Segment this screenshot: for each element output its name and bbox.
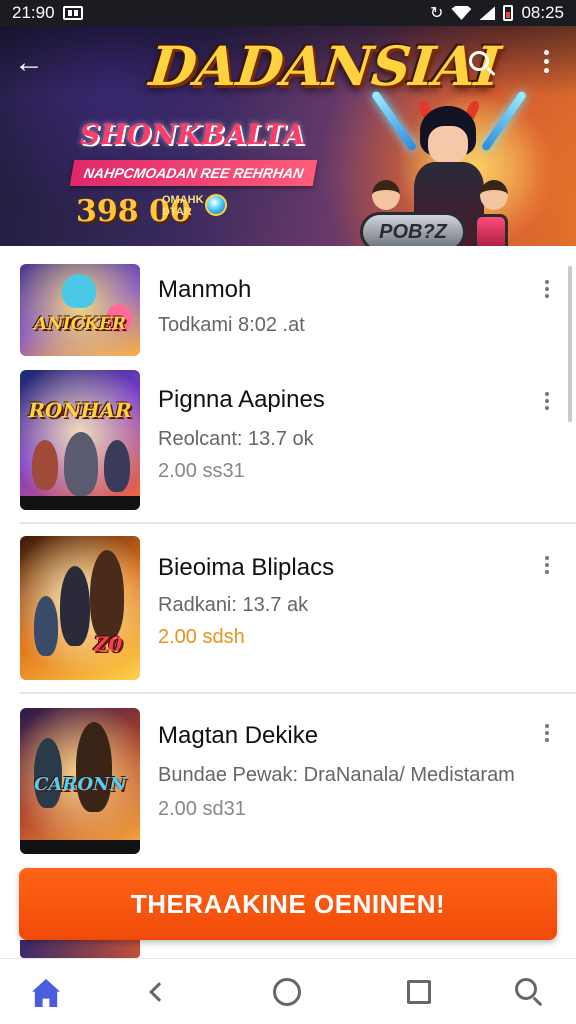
list-item[interactable]: ANICKER Manmoh Todkami 8:02 .at: [0, 264, 576, 358]
game-meta: Reolcant: 13.7 ok: [158, 428, 314, 450]
status-bar: 21:90 ↻ 08:25: [0, 0, 576, 26]
battery-icon: [503, 5, 514, 21]
status-time: 21:90: [12, 3, 55, 22]
nav-search-button[interactable]: [510, 975, 550, 1011]
hero-banner[interactable]: ← DADANSIAI SHONKBALTA NAHPCMOADAN REE R…: [0, 26, 576, 246]
game-thumbnail: ANICKER: [20, 264, 140, 356]
game-title: Magtan Dekike: [158, 722, 319, 749]
banner-headline: SHONKBALTA: [80, 118, 305, 151]
banner-badge: POB?Z: [360, 212, 466, 246]
list-item[interactable]: RONHAR Pignna Aapines Reolcant: 13.7 ok …: [0, 370, 576, 510]
game-title: Manmoh: [158, 276, 252, 303]
thumbnail-logo: RONHAR: [28, 398, 132, 422]
back-button[interactable]: [138, 975, 178, 1011]
game-title: Pignna Aapines: [158, 386, 325, 413]
signal-icon: [479, 6, 496, 20]
list-item[interactable]: CARONN Magtan Dekike Bundae Pewak: DraNa…: [0, 708, 576, 854]
more-vert-icon[interactable]: [541, 392, 553, 418]
divider: [20, 692, 576, 694]
more-vert-icon[interactable]: [536, 50, 556, 80]
game-meta: Bundae Pewak: DraNanala/ Medistaram: [158, 764, 515, 786]
list-item[interactable]: Z0 Bieoima Bliplacs Radkani: 13.7 ak 2.0…: [0, 536, 576, 680]
game-meta: Todkami 8:02 .at: [158, 314, 305, 336]
game-thumbnail: CARONN: [20, 708, 140, 854]
status-clock: 08:25: [521, 3, 564, 22]
game-thumbnail: RONHAR: [20, 370, 140, 510]
thumbnail-logo: CARONN: [34, 774, 126, 795]
thumbnail-logo: ANICKER: [33, 314, 127, 334]
game-price: 2.00 ss31: [158, 460, 245, 482]
back-arrow-icon[interactable]: ←: [14, 48, 44, 78]
thumbnail-logo: Z0: [93, 632, 123, 656]
back-chevron-icon: [149, 982, 169, 1002]
bottom-nav: [0, 958, 576, 1024]
notification-icon: [62, 6, 83, 20]
more-vert-icon[interactable]: [541, 280, 553, 306]
circle-icon: [273, 978, 301, 1006]
game-title: Bieoima Bliplacs: [158, 554, 335, 581]
partial-thumbnail: [20, 940, 140, 958]
cta-button[interactable]: THERAAKINE OENINEN!: [19, 868, 557, 940]
home-icon: [32, 979, 60, 1007]
more-vert-icon[interactable]: [541, 556, 553, 582]
more-vert-icon[interactable]: [541, 724, 553, 750]
game-price: 2.00 sd31: [158, 798, 246, 820]
divider: [20, 522, 576, 524]
home-circle-button[interactable]: [268, 975, 308, 1011]
square-icon: [407, 980, 431, 1004]
search-icon[interactable]: [466, 48, 498, 80]
game-price: 2.00 sdsh: [158, 626, 245, 648]
banner-character-illustration: POB?Z: [360, 90, 570, 246]
game-meta: Radkani: 13.7 ak: [158, 594, 309, 616]
app-title: DADANSIAI: [146, 34, 503, 98]
game-list[interactable]: ANICKER Manmoh Todkami 8:02 .at RONHAR P…: [0, 246, 576, 958]
sync-icon: ↻: [430, 5, 444, 22]
banner-ribbon: NAHPCMOADAN REE REHRHAN: [69, 160, 318, 186]
home-button[interactable]: [26, 975, 66, 1011]
recents-button[interactable]: [400, 975, 440, 1011]
wifi-icon: [451, 6, 472, 20]
game-thumbnail: Z0: [20, 536, 140, 680]
gem-icon: [205, 194, 227, 216]
